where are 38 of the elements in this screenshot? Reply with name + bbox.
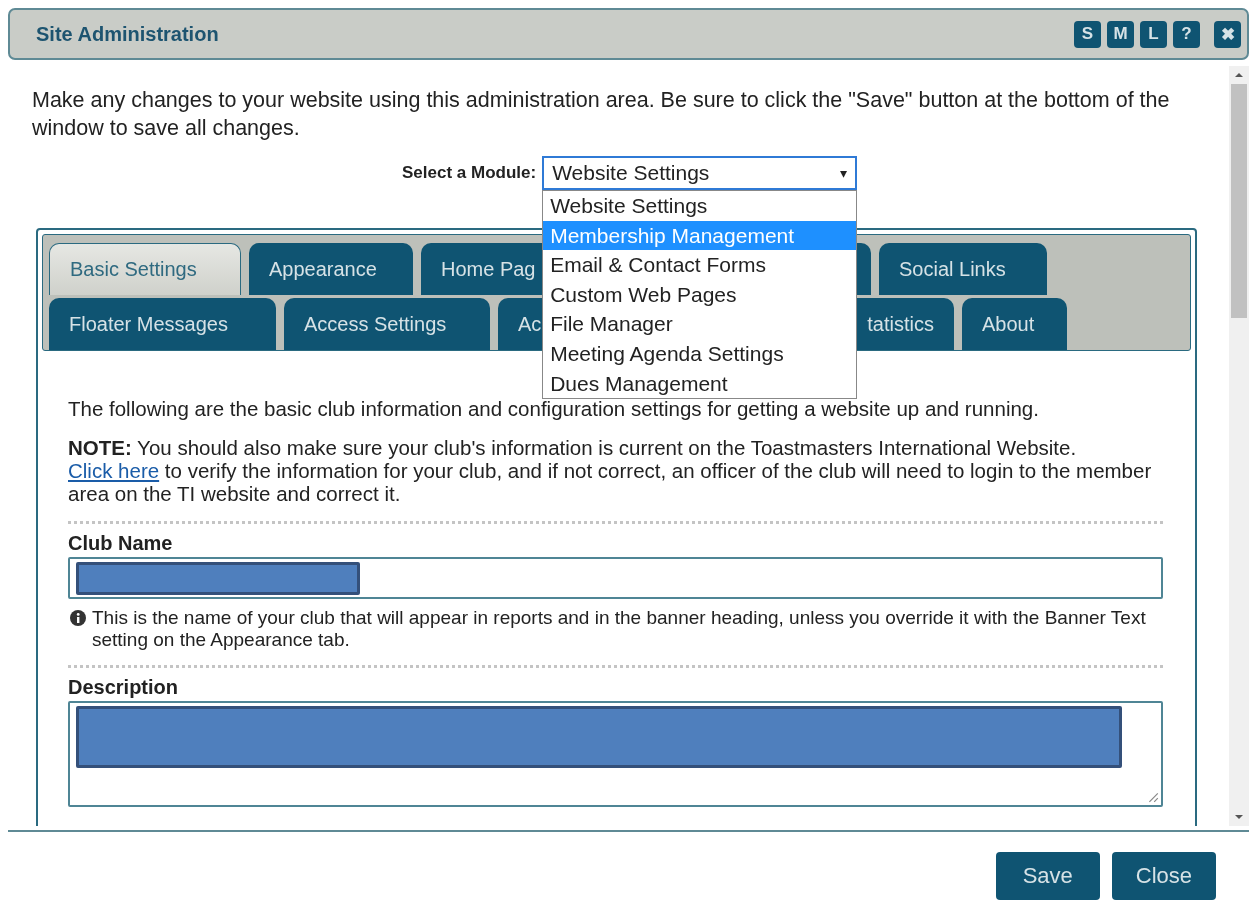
close-button[interactable]: ✖ [1214,20,1241,48]
scroll-thumb[interactable] [1231,84,1247,318]
field-label: Club Name [68,532,174,555]
window-size-button[interactable]: ? [1173,20,1200,48]
window-size-button[interactable]: M [1107,20,1134,48]
close-button[interactable]: Close [1111,852,1216,900]
scroll-down-icon[interactable] [1234,812,1244,822]
dropdown-option[interactable]: Custom Web Pages [543,279,857,310]
scrollbar[interactable] [1229,66,1249,826]
window-title: Site Administration [36,22,219,46]
dropdown-option[interactable]: Email & Contact Forms [543,250,857,280]
dropdown-option[interactable]: Membership Management [543,220,857,251]
tab[interactable]: Social Links [879,243,1047,295]
description-text: The following are the basic club information and configuration settings for getting a website up and running. [68,397,1040,420]
resize-grip-icon[interactable] [1147,791,1159,803]
save-button[interactable]: Save [995,852,1100,900]
intro-text: Make any changes to your website using this administration area. Be sure to click the "Save" button at the bottom of the window to save all changes. [32,87,1171,142]
module-select[interactable]: Website Settings ▾ [542,156,858,190]
dropdown-option[interactable]: File Manager [543,309,857,339]
text-area[interactable] [68,701,1163,807]
window-size-button[interactable]: S [1074,20,1101,48]
dropdown-option[interactable]: Website Settings [543,191,857,221]
dropdown-option[interactable]: Dues Management [543,368,857,399]
dropdown-option[interactable]: Meeting Agenda Settings [543,338,857,369]
tab[interactable]: Appearance [249,243,413,295]
tab[interactable]: Floater Messages [49,298,276,350]
scroll-up-icon[interactable] [1234,70,1244,80]
field-label: Description [68,676,180,699]
help-text: This is the name of your club that will appear in reports and in the banner heading, unless you override it with the Banner Text setting on the Appearance tab. [92,607,1147,651]
window-size-button[interactable]: L [1140,20,1167,48]
input-field[interactable] [68,557,1163,599]
module-label: Select a Module: [402,163,537,183]
tab[interactable]: Basic Settings [49,243,241,295]
tab[interactable]: Access Settings [284,298,490,350]
info-icon [70,610,86,626]
link[interactable]: Click here [68,459,160,482]
tab[interactable]: About [962,298,1067,350]
note-text: NOTE: You should also make sure your club's information is current on the Toastmasters International Website. Click here to verify the information for your club, and if not correct, an officer of the club will need to login to the member area on the TI website and correct it. [68,436,1153,505]
